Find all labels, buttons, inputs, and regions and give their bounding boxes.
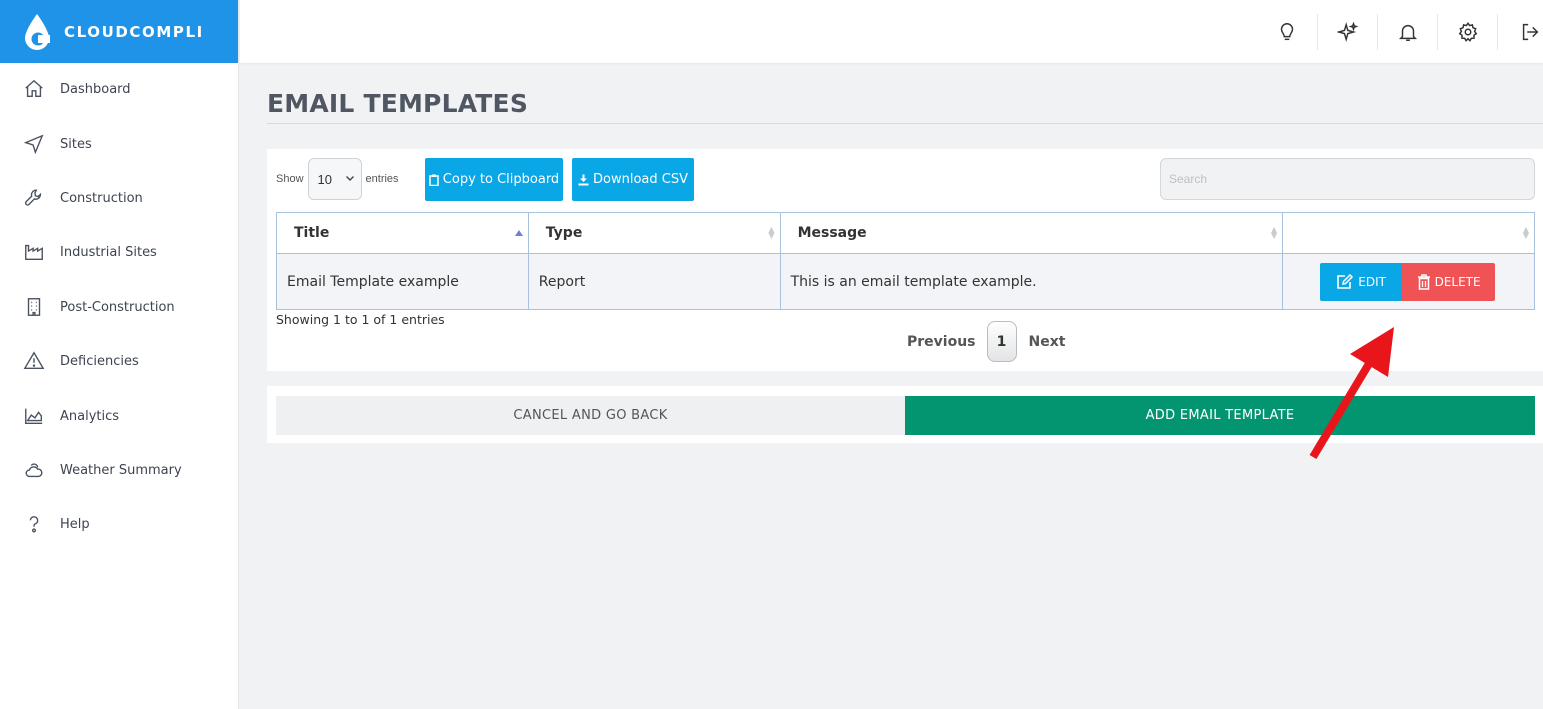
sort-icon: ▲ ▼ (1270, 225, 1278, 240)
table-header-row: Title Type ▲ ▼ Message ▲ ▼ ▲ ▼ (276, 212, 1535, 254)
sidebar-item-label: Post-Construction (60, 299, 175, 315)
clipboard-icon (429, 174, 439, 186)
sort-icon: ▲ ▼ (1522, 225, 1529, 240)
edit-button-label: EDIT (1358, 274, 1386, 289)
brand-logo[interactable]: CLOUDCOMPLI (0, 0, 238, 63)
download-icon (578, 174, 589, 185)
column-header-title[interactable]: Title (276, 212, 529, 254)
cell-type: Report (527, 253, 781, 310)
sidebar-item-label: Weather Summary (60, 462, 182, 478)
sidebar-item-deficiencies[interactable]: Deficiencies (0, 341, 239, 381)
page-title: EMAIL TEMPLATES (267, 89, 529, 118)
entries-select-value: 10 (317, 171, 332, 187)
sidebar-item-industrial-sites[interactable]: Industrial Sites (0, 232, 239, 272)
copy-button-label: Copy to Clipboard (442, 172, 560, 187)
title-divider (267, 123, 1543, 124)
cell-title: Email Template example (276, 253, 529, 310)
chevron-down-icon (345, 176, 354, 181)
question-icon (22, 512, 46, 536)
sidebar-item-help[interactable]: Help (0, 504, 239, 544)
area-chart-icon (22, 404, 46, 428)
column-header-label: Type (545, 225, 583, 241)
sidebar-item-sites[interactable]: Sites (0, 124, 239, 164)
sidebar-item-post-construction[interactable]: Post-Construction (0, 287, 239, 327)
wrench-icon (22, 186, 46, 210)
annotation-arrow-icon (1309, 327, 1394, 460)
download-csv-button[interactable]: Download CSV (572, 158, 694, 201)
column-header-label: Title (294, 225, 330, 241)
bell-icon[interactable] (1377, 13, 1437, 50)
sidebar-item-weather-summary[interactable]: Weather Summary (0, 450, 239, 490)
search-input[interactable] (1160, 158, 1535, 200)
factory-icon (22, 240, 46, 264)
sort-ascending-icon (514, 230, 523, 236)
brand-name: CLOUDCOMPLI (64, 22, 204, 41)
sidebar-item-label: Help (60, 516, 90, 532)
cloud-sun-icon (22, 458, 46, 482)
warning-icon (22, 349, 46, 373)
cell-actions: EDIT DELETE (1282, 253, 1535, 310)
sidebar-item-analytics[interactable]: Analytics (0, 396, 239, 436)
cancel-button[interactable]: CANCEL AND GO BACK (276, 396, 905, 435)
pagination-previous[interactable]: Previous (907, 334, 976, 350)
sort-icon: ▲ ▼ (768, 225, 775, 240)
sidebar-item-dashboard[interactable]: Dashboard (0, 69, 239, 109)
sidebar-item-construction[interactable]: Construction (0, 178, 239, 218)
gear-icon[interactable] (1437, 13, 1497, 50)
sidebar-item-label: Sites (60, 136, 92, 152)
topbar (240, 0, 1543, 63)
entries-label: entries (365, 173, 399, 185)
sparkles-icon[interactable] (1317, 13, 1377, 50)
lightbulb-icon[interactable] (1257, 14, 1317, 50)
column-header-label: Message (797, 225, 867, 241)
sidebar-item-label: Dashboard (60, 81, 131, 97)
csv-button-label: Download CSV (593, 172, 688, 187)
copy-to-clipboard-button[interactable]: Copy to Clipboard (425, 158, 563, 201)
delete-button[interactable]: DELETE (1402, 262, 1496, 301)
building-icon (22, 295, 46, 319)
add-email-template-button[interactable]: ADD EMAIL TEMPLATE (905, 396, 1535, 435)
column-header-type[interactable]: Type ▲ ▼ (527, 212, 781, 254)
navigation-arrow-icon (22, 132, 46, 156)
pagination-next[interactable]: Next (1029, 334, 1066, 350)
column-header-actions[interactable]: ▲ ▼ (1282, 212, 1535, 254)
sidebar-item-label: Industrial Sites (60, 244, 157, 260)
sidebar-item-label: Analytics (60, 408, 120, 424)
email-templates-table: Title Type ▲ ▼ Message ▲ ▼ ▲ ▼ Email Template… (276, 212, 1535, 310)
sidebar-item-label: Deficiencies (60, 353, 139, 369)
pagination: Previous 1 Next (907, 321, 1065, 362)
table-info: Showing 1 to 1 of 1 entries (276, 312, 445, 327)
sidebar-item-label: Construction (60, 190, 143, 206)
sidebar: CLOUDCOMPLI Dashboard Sites Construction… (0, 0, 239, 709)
entries-select[interactable]: 10 (307, 158, 362, 200)
trash-icon (1417, 273, 1430, 290)
pagination-page-1[interactable]: 1 (986, 321, 1017, 362)
home-icon (22, 77, 46, 101)
water-drop-logo-icon (22, 12, 52, 52)
entries-length-control: Show 10 entries (276, 158, 399, 200)
table-row: Email Template example Report This is an… (276, 253, 1535, 310)
show-label: Show (276, 173, 304, 185)
edit-button[interactable]: EDIT (1320, 262, 1403, 301)
logout-icon[interactable] (1497, 13, 1543, 50)
delete-button-label: DELETE (1434, 274, 1481, 289)
column-header-message[interactable]: Message ▲ ▼ (779, 212, 1284, 254)
edit-icon (1337, 273, 1354, 289)
cell-message: This is an email template example. (779, 253, 1284, 310)
